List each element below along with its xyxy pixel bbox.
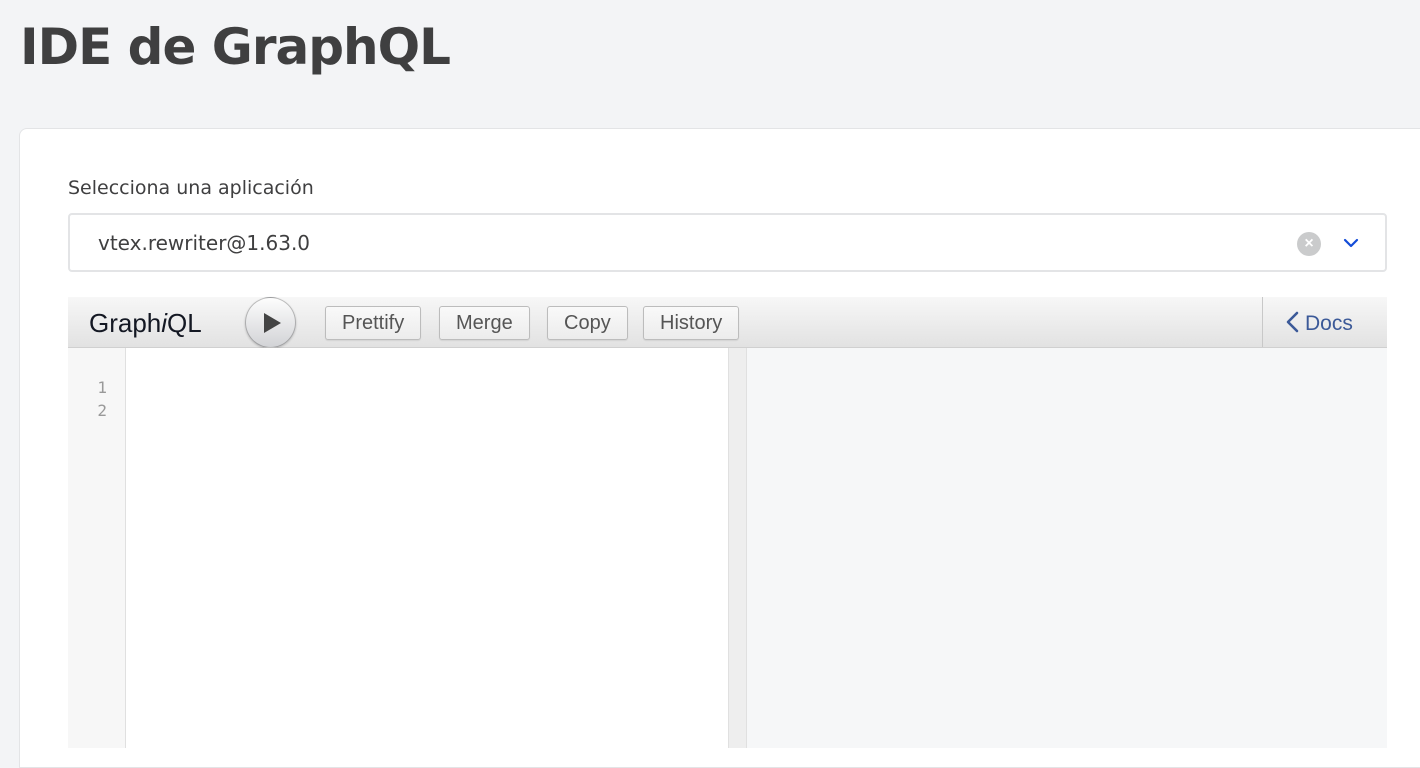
page-title: IDE de GraphQL: [20, 18, 451, 76]
docs-panel-toggle: Docs: [1262, 297, 1387, 347]
result-pane: [747, 348, 1387, 748]
graphiql-logo: GraphiQL: [89, 308, 202, 338]
app-select[interactable]: vtex.rewriter@1.63.0 ×: [68, 213, 1387, 272]
docs-label: Docs: [1305, 312, 1353, 335]
app-select-value: vtex.rewriter@1.63.0: [98, 231, 311, 255]
execute-query-button[interactable]: [245, 297, 296, 348]
editor-resize-handle[interactable]: [728, 348, 747, 748]
merge-button[interactable]: Merge: [439, 306, 530, 340]
query-editor[interactable]: 1 2: [68, 348, 728, 748]
history-button[interactable]: History: [643, 306, 740, 340]
line-number: 2: [97, 401, 107, 420]
chevron-down-icon[interactable]: [1341, 233, 1361, 253]
chevron-left-icon: [1286, 311, 1299, 333]
copy-button[interactable]: Copy: [547, 306, 628, 340]
app-select-label: Selecciona una aplicación: [68, 177, 314, 199]
clear-icon[interactable]: ×: [1297, 232, 1321, 256]
prettify-button[interactable]: Prettify: [325, 306, 422, 340]
graphiql-toolbar: GraphiQL Prettify Merge Copy History Doc…: [68, 297, 1387, 348]
play-icon: [264, 313, 281, 333]
line-number-gutter: 1 2: [68, 348, 126, 748]
docs-button[interactable]: Docs: [1285, 311, 1353, 336]
line-number: 1: [97, 378, 107, 397]
